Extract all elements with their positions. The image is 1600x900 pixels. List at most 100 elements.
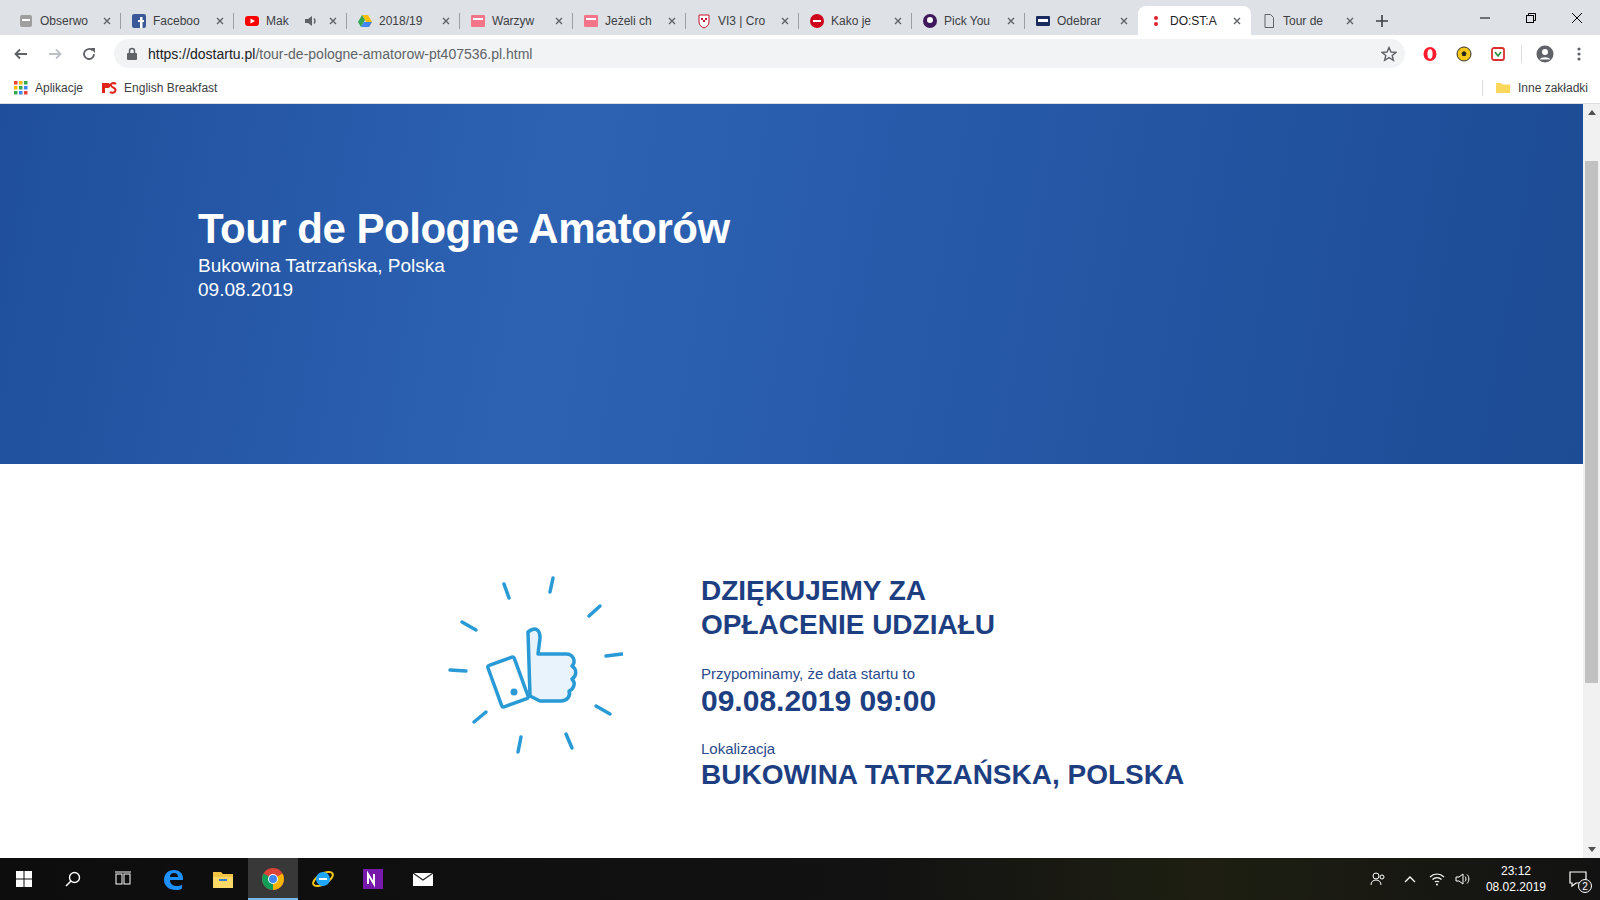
favicon (470, 13, 486, 29)
shield-extension-button[interactable] (1483, 39, 1513, 69)
arrow-down-icon (1588, 847, 1596, 852)
taskbar: 23:1208.02.20192 (0, 858, 1600, 900)
close-icon (212, 13, 228, 29)
network-button[interactable] (1424, 858, 1450, 900)
favicon-icon (244, 13, 260, 29)
browser-tab[interactable]: Jeżeli ch (573, 6, 686, 35)
bookmark[interactable]: English Breakfast (101, 81, 217, 95)
tab-label: Tour de (1283, 14, 1336, 28)
profile-button[interactable] (1530, 39, 1560, 69)
tab-close-button[interactable] (777, 13, 793, 29)
scroll-down-button[interactable] (1583, 841, 1600, 858)
confirmation-heading: OPŁACENIE UDZIAŁU (701, 608, 1184, 642)
restore-button[interactable] (1508, 0, 1554, 35)
browser-tab[interactable]: Faceboo (121, 6, 234, 35)
browser-tab[interactable]: Warzyw (460, 6, 573, 35)
task-view-icon (115, 871, 131, 887)
thumbs-up-icon (448, 574, 623, 759)
tab-close-button[interactable] (1003, 13, 1019, 29)
browser-tab[interactable]: Pick You (912, 6, 1025, 35)
start-button[interactable] (0, 858, 48, 900)
browser-tab[interactable]: Kako je (799, 6, 912, 35)
bookmark[interactable]: Aplikacje (14, 81, 83, 95)
volume-icon (1455, 871, 1471, 887)
wifi-icon (1429, 871, 1445, 887)
forward-button[interactable] (40, 39, 70, 69)
reload-button[interactable] (74, 39, 104, 69)
back-button[interactable] (6, 39, 36, 69)
apps-grid-icon (14, 81, 28, 95)
tab-label: Mak (266, 14, 297, 28)
browser-tab[interactable]: Odebrar (1025, 6, 1138, 35)
new-tab-button[interactable] (1364, 6, 1400, 35)
search-icon (65, 871, 81, 887)
internet-explorer-button[interactable] (298, 858, 348, 900)
favicon-icon (131, 13, 147, 29)
audio-indicator[interactable] (303, 13, 319, 29)
tab-close-button[interactable] (1116, 13, 1132, 29)
volume-button[interactable] (1450, 858, 1476, 900)
tab-close-button[interactable] (551, 13, 567, 29)
tab-label: Pick You (944, 14, 997, 28)
favicon-icon (583, 13, 599, 29)
tab-close-button[interactable] (1229, 13, 1245, 29)
tab-close-button[interactable] (438, 13, 454, 29)
show-hidden-icons-button[interactable] (1396, 858, 1424, 900)
scrollbar[interactable] (1583, 104, 1600, 858)
browser-tab[interactable]: VI3 | Cro (686, 6, 799, 35)
favicon-icon (809, 13, 825, 29)
minimize-button[interactable] (1462, 0, 1508, 35)
close-icon (1229, 13, 1245, 29)
tab-close-button[interactable] (664, 13, 680, 29)
chrome-icon (261, 867, 285, 891)
scroll-up-button[interactable] (1583, 104, 1600, 121)
menu-button[interactable] (1564, 39, 1594, 69)
action-center-button[interactable]: 2 (1556, 858, 1600, 900)
web-page: Tour de Pologne AmatorówBukowina Tatrzań… (0, 104, 1583, 858)
favicon (131, 13, 147, 29)
search-button[interactable] (48, 858, 98, 900)
opera-extension-button[interactable] (1415, 39, 1445, 69)
tab-close-button[interactable] (99, 13, 115, 29)
ball-extension-button[interactable] (1449, 39, 1479, 69)
close-window-button[interactable] (1554, 0, 1600, 35)
browser-tab[interactable]: DO:ST:A (1138, 6, 1251, 35)
mail-button[interactable] (398, 858, 448, 900)
tab-close-button[interactable] (212, 13, 228, 29)
profile-icon (1536, 45, 1554, 63)
tab-close-button[interactable] (1342, 13, 1358, 29)
lock-icon (126, 47, 138, 61)
scroll-thumb[interactable] (1585, 161, 1598, 683)
confirmation-heading: DZIĘKUJEMY ZA (701, 574, 1184, 608)
close-icon (1116, 13, 1132, 29)
tab-strip: Obserwo Faceboo Mak 2018/19WarzywJeżeli ch V… (0, 0, 1600, 35)
edge-button[interactable] (148, 858, 198, 900)
forward-arrow-icon (47, 46, 63, 62)
tab-label: VI3 | Cro (718, 14, 771, 28)
clock[interactable]: 23:1208.02.2019 (1476, 858, 1556, 900)
chrome-button[interactable] (248, 858, 298, 900)
close-icon (664, 13, 680, 29)
address-bar[interactable]: https://dostartu.pl/tour-de-pologne-amat… (114, 39, 1405, 68)
browser-tab[interactable]: Mak (234, 6, 347, 35)
caret-up-icon (1404, 875, 1416, 883)
toolbar: https://dostartu.pl/tour-de-pologne-amat… (0, 35, 1600, 72)
favicon (1035, 13, 1051, 29)
browser-tab[interactable]: Tour de (1251, 6, 1364, 35)
plus-icon (1375, 14, 1389, 28)
onenote-button[interactable] (348, 858, 398, 900)
tab-close-button[interactable] (325, 13, 341, 29)
people-button[interactable] (1360, 858, 1396, 900)
folder-icon (211, 867, 235, 891)
file-explorer-button[interactable] (198, 858, 248, 900)
people-icon (1370, 871, 1386, 887)
tab-close-button[interactable] (890, 13, 906, 29)
task-view-button[interactable] (98, 858, 148, 900)
browser-tab[interactable]: Obserwo (8, 6, 121, 35)
tab-label: Obserwo (40, 14, 93, 28)
event-title: Tour de Pologne Amatorów (198, 204, 1583, 254)
favicon-icon (470, 13, 486, 29)
close-icon (1342, 13, 1358, 29)
browser-tab[interactable]: 2018/19 (347, 6, 460, 35)
other-bookmarks[interactable]: Inne zakładki (1482, 80, 1588, 96)
